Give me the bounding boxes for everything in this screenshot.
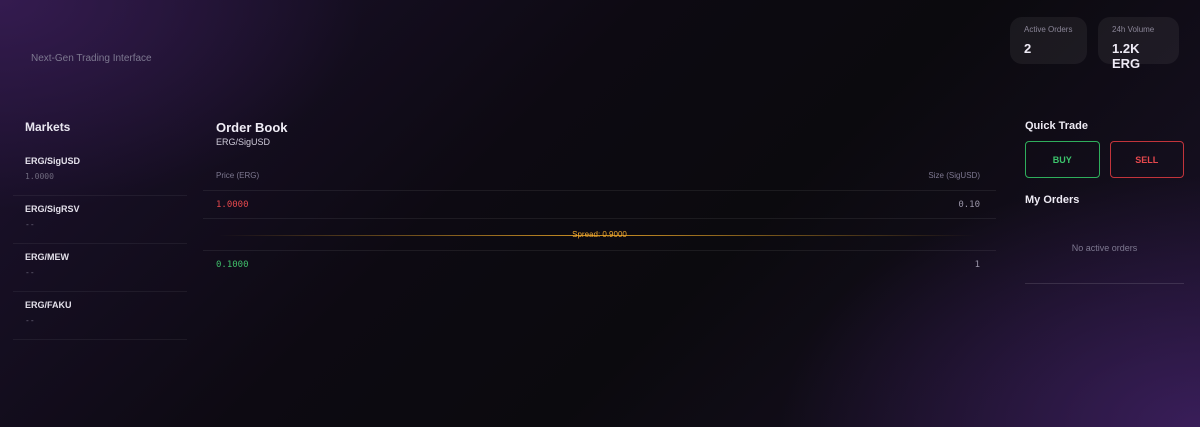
stat-card-active-orders: Active Orders 2 [1010,17,1087,64]
bid-price: 0.1000 [216,260,249,270]
right-panel: Quick Trade BUY SELL My Orders No active… [1025,120,1184,284]
market-item[interactable]: ERG/SigRSV -- [13,196,187,244]
my-orders-title: My Orders [1025,194,1080,206]
bid-row[interactable]: 0.1000 1 [203,251,996,279]
market-price: -- [25,316,35,325]
spread-value: Spread: 0.9000 [572,230,627,239]
ask-price: 1.0000 [216,199,249,210]
orderbook-title: Order Book [216,120,288,135]
orderbook-pair: ERG/SigUSD [216,137,271,147]
market-pair: ERG/SigUSD [25,156,81,166]
market-pair: ERG/MEW [25,252,69,262]
market-pair: ERG/FAKU [25,300,72,310]
markets-title: Markets [25,120,71,134]
market-list: ERG/SigUSD 1.0000 ERG/SigRSV -- ERG/MEW … [13,148,187,340]
size-column-header: Size (SigUSD) [928,171,980,180]
buy-button[interactable]: BUY [1025,141,1100,178]
price-column-header: Price (ERG) [216,171,260,180]
stat-label: Active Orders [1024,25,1073,34]
market-price: 1.0000 [25,172,54,181]
trade-buttons: BUY SELL [1025,141,1184,178]
tagline: Next-Gen Trading Interface [31,53,152,64]
markets-panel: Markets ERG/SigUSD 1.0000 ERG/SigRSV -- … [13,120,187,340]
sell-button[interactable]: SELL [1109,141,1184,178]
market-price: -- [25,220,35,229]
ask-row[interactable]: 1.0000 0.10 [203,191,996,219]
bid-size: 1 [974,260,980,270]
stat-value: 2 [1024,41,1032,56]
market-pair: ERG/SigRSV [25,204,80,214]
stat-label: 24h Volume [1112,25,1155,34]
spread-row: Spread: 0.9000 [203,219,996,251]
orders-empty-state: No active orders [1025,212,1184,284]
my-orders-section: My Orders No active orders [1025,194,1184,284]
stat-value: 1.2K ERG [1112,41,1141,71]
orderbook-header: Price (ERG) Size (SigUSD) [203,171,996,191]
market-price: -- [25,268,35,277]
orderbook-panel: Order Book ERG/SigUSD Price (ERG) Size (… [203,120,996,279]
market-item[interactable]: ERG/MEW -- [13,244,187,292]
quick-trade-title: Quick Trade [1025,120,1088,132]
ask-size: 0.10 [958,199,980,210]
market-item[interactable]: ERG/SigUSD 1.0000 [13,148,187,196]
stat-card-24h-volume: 24h Volume 1.2K ERG [1098,17,1179,71]
market-item[interactable]: ERG/FAKU -- [13,292,187,340]
